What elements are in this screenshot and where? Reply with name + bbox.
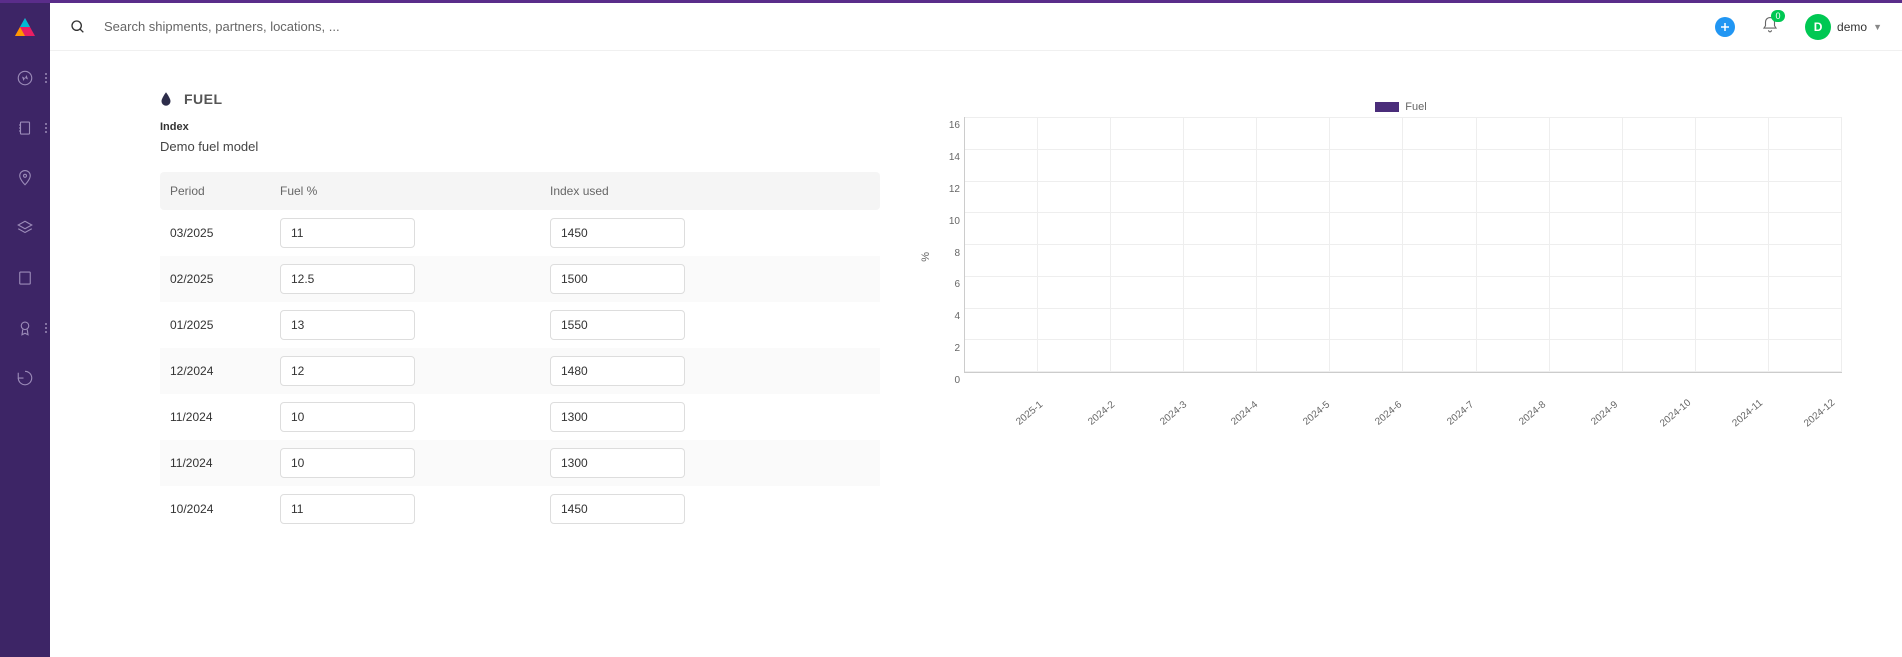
history-icon bbox=[16, 369, 34, 387]
y-tick: 10 bbox=[936, 217, 960, 218]
table-row: 01/2025 bbox=[160, 302, 880, 348]
table-row: 02/2025 bbox=[160, 256, 880, 302]
nav-calculator[interactable] bbox=[0, 253, 50, 303]
index-input[interactable] bbox=[550, 356, 685, 386]
section-title: FUEL bbox=[184, 91, 223, 107]
period-cell: 03/2025 bbox=[170, 226, 280, 240]
notifications-button[interactable]: 0 bbox=[1761, 16, 1779, 37]
fuel-input[interactable] bbox=[280, 356, 415, 386]
nav-location[interactable] bbox=[0, 153, 50, 203]
search-icon bbox=[70, 19, 86, 35]
compass-icon bbox=[16, 69, 34, 87]
app-logo-icon bbox=[13, 16, 37, 40]
fuel-input[interactable] bbox=[280, 264, 415, 294]
y-axis: 1614121086420 bbox=[936, 117, 960, 373]
plus-icon bbox=[1719, 21, 1731, 33]
section-header: FUEL bbox=[160, 91, 880, 107]
fuel-input[interactable] bbox=[280, 448, 415, 478]
table-row: 10/2024 bbox=[160, 486, 880, 532]
y-axis-label: % bbox=[920, 252, 932, 262]
avatar: D bbox=[1805, 14, 1831, 40]
main: 0 D demo ▼ FUEL Index Demo fuel model bbox=[50, 3, 1902, 657]
index-input[interactable] bbox=[550, 402, 685, 432]
y-tick: 2 bbox=[936, 344, 960, 345]
fuel-input[interactable] bbox=[280, 218, 415, 248]
add-button[interactable] bbox=[1715, 17, 1735, 37]
chart-plot bbox=[964, 117, 1842, 373]
fuel-input[interactable] bbox=[280, 402, 415, 432]
fuel-table: Period Fuel % Index used 03/202502/20250… bbox=[160, 172, 880, 532]
index-input[interactable] bbox=[550, 448, 685, 478]
layers-icon bbox=[16, 219, 34, 237]
y-tick: 6 bbox=[936, 280, 960, 281]
topbar-right: 0 D demo ▼ bbox=[1715, 14, 1882, 40]
chart-panel: Fuel % 16 14 12 10 8 6 4 2 0 2025-12024-22024-32… bbox=[920, 91, 1842, 657]
y-tick: 0 bbox=[936, 376, 960, 377]
bars bbox=[965, 117, 1842, 372]
chart-body: % 16 14 12 10 8 6 4 2 0 bbox=[920, 117, 1842, 397]
period-cell: 02/2025 bbox=[170, 272, 280, 286]
notification-badge: 0 bbox=[1771, 10, 1785, 22]
col-period: Period bbox=[170, 184, 280, 198]
pin-icon bbox=[16, 169, 34, 187]
y-tick: 8 bbox=[936, 249, 960, 250]
period-cell: 10/2024 bbox=[170, 502, 280, 516]
calculator-icon bbox=[16, 269, 34, 287]
fuel-input[interactable] bbox=[280, 310, 415, 340]
period-cell: 12/2024 bbox=[170, 364, 280, 378]
x-axis: 2025-12024-22024-32024-42024-52024-62024… bbox=[980, 397, 1842, 437]
droplet-icon bbox=[160, 91, 172, 107]
y-tick: 14 bbox=[936, 153, 960, 154]
nav-history[interactable] bbox=[0, 353, 50, 403]
user-name: demo bbox=[1837, 20, 1867, 34]
table-row: 11/2024 bbox=[160, 440, 880, 486]
y-tick: 16 bbox=[936, 121, 960, 122]
legend-swatch bbox=[1375, 102, 1399, 112]
nav-layers[interactable] bbox=[0, 203, 50, 253]
fuel-panel: FUEL Index Demo fuel model Period Fuel %… bbox=[160, 91, 880, 657]
period-cell: 11/2024 bbox=[170, 456, 280, 470]
period-cell: 01/2025 bbox=[170, 318, 280, 332]
search-input[interactable] bbox=[104, 19, 504, 34]
sidebar bbox=[0, 3, 50, 657]
x-axis-wrap: 2025-12024-22024-32024-42024-52024-62024… bbox=[952, 397, 1842, 447]
y-tick: 4 bbox=[936, 312, 960, 313]
nav-book[interactable] bbox=[0, 103, 50, 153]
chevron-down-icon: ▼ bbox=[1873, 22, 1882, 32]
user-menu[interactable]: D demo ▼ bbox=[1805, 14, 1882, 40]
table-header: Period Fuel % Index used bbox=[160, 172, 880, 210]
nav-award[interactable] bbox=[0, 303, 50, 353]
chart-legend: Fuel bbox=[960, 101, 1842, 113]
content: FUEL Index Demo fuel model Period Fuel %… bbox=[50, 51, 1902, 657]
index-input[interactable] bbox=[550, 218, 685, 248]
index-input[interactable] bbox=[550, 264, 685, 294]
index-input[interactable] bbox=[550, 494, 685, 524]
col-index: Index used bbox=[550, 184, 830, 198]
y-tick: 12 bbox=[936, 185, 960, 186]
table-row: 11/2024 bbox=[160, 394, 880, 440]
award-icon bbox=[16, 319, 34, 337]
table-row: 03/2025 bbox=[160, 210, 880, 256]
model-name: Demo fuel model bbox=[160, 139, 880, 154]
fuel-input[interactable] bbox=[280, 494, 415, 524]
table-row: 12/2024 bbox=[160, 348, 880, 394]
search-area bbox=[70, 19, 1715, 35]
table-body: 03/2025 02/2025 01/2025 12/2024 11/2024 11/20… bbox=[160, 210, 880, 532]
logo bbox=[0, 3, 50, 53]
legend-label: Fuel bbox=[1405, 101, 1426, 113]
period-cell: 11/2024 bbox=[170, 410, 280, 424]
notebook-icon bbox=[16, 119, 34, 137]
col-fuel: Fuel % bbox=[280, 184, 550, 198]
nav-explore[interactable] bbox=[0, 53, 50, 103]
index-label: Index bbox=[160, 121, 880, 133]
index-input[interactable] bbox=[550, 310, 685, 340]
topbar: 0 D demo ▼ bbox=[50, 3, 1902, 51]
